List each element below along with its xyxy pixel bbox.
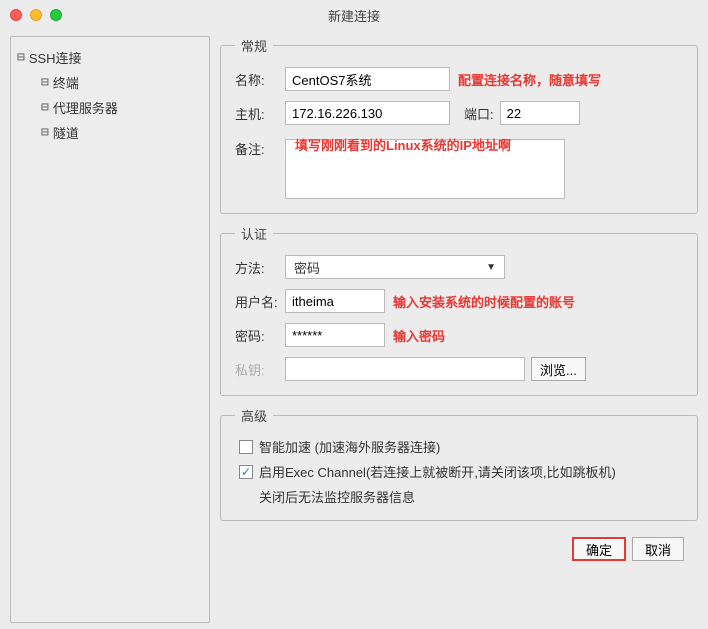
legend-auth: 认证	[235, 224, 273, 243]
annot-password: 输入密码	[393, 326, 445, 345]
annot-name: 配置连接名称，随意填写	[458, 70, 601, 89]
method-select[interactable]: 密码 ▼	[285, 255, 505, 279]
chevron-down-icon: ▼	[486, 262, 496, 273]
annot-username: 输入安装系统的时候配置的账号	[393, 292, 575, 311]
window-title: 新建连接	[0, 6, 708, 25]
tree-item-terminal[interactable]: ⊟终端	[17, 70, 203, 95]
label-name: 名称:	[235, 70, 285, 89]
cancel-button[interactable]: 取消	[632, 537, 684, 561]
tree-root-ssh[interactable]: ⊟SSH连接	[17, 45, 203, 70]
privatekey-input[interactable]	[285, 357, 525, 381]
tree-item-label: 终端	[53, 73, 79, 92]
group-auth: 认证 方法: 密码 ▼ 用户名: 输入安装系统的时候配置的账号 密码: 输	[220, 224, 698, 396]
group-general: 常规 名称: 配置连接名称，随意填写 主机: 端口: 备注: 填写刚刚看到的Li…	[220, 36, 698, 214]
label-port: 端口:	[464, 104, 494, 123]
content-area: ⊟SSH连接 ⊟终端 ⊟代理服务器 ⊟隧道 常规 名称: 配置连接名称，随意填写…	[0, 30, 708, 629]
label-exec: 启用Exec Channel(若连接上就被断开,请关闭该项,比如跳板机)	[259, 462, 616, 481]
tree-item-label: 隧道	[53, 123, 79, 142]
dialog-window: 新建连接 ⊟SSH连接 ⊟终端 ⊟代理服务器 ⊟隧道 常规 名称: 配置连接名称…	[0, 0, 708, 629]
group-advanced: 高级 智能加速 (加速海外服务器连接) 启用Exec Channel(若连接上就…	[220, 406, 698, 521]
label-exec-note: 关闭后无法监控服务器信息	[235, 487, 683, 506]
label-method: 方法:	[235, 258, 285, 277]
tree-item-tunnel[interactable]: ⊟隧道	[17, 120, 203, 145]
annot-memo: 填写刚刚看到的Linux系统的IP地址啊	[295, 135, 511, 154]
username-input[interactable]	[285, 289, 385, 313]
name-input[interactable]	[285, 67, 450, 91]
host-input[interactable]	[285, 101, 450, 125]
tree-item-label: 代理服务器	[53, 98, 118, 117]
ok-button[interactable]: 确定	[572, 537, 626, 561]
tree-root-label: SSH连接	[29, 48, 82, 67]
legend-advanced: 高级	[235, 406, 273, 425]
label-memo: 备注:	[235, 135, 285, 158]
legend-general: 常规	[235, 36, 273, 55]
tree-item-proxy[interactable]: ⊟代理服务器	[17, 95, 203, 120]
label-accel: 智能加速 (加速海外服务器连接)	[259, 437, 440, 456]
titlebar: 新建连接	[0, 0, 708, 30]
checkbox-accel[interactable]	[239, 440, 253, 454]
label-username: 用户名:	[235, 292, 285, 311]
footer-buttons: 确定 取消	[220, 531, 698, 571]
method-value: 密码	[294, 258, 320, 277]
port-input[interactable]	[500, 101, 580, 125]
password-input[interactable]	[285, 323, 385, 347]
main-panel: 常规 名称: 配置连接名称，随意填写 主机: 端口: 备注: 填写刚刚看到的Li…	[214, 30, 708, 629]
checkbox-exec[interactable]	[239, 465, 253, 479]
label-host: 主机:	[235, 104, 285, 123]
sidebar: ⊟SSH连接 ⊟终端 ⊟代理服务器 ⊟隧道	[10, 36, 210, 623]
label-password: 密码:	[235, 326, 285, 345]
label-privatekey: 私钥:	[235, 360, 285, 379]
browse-button[interactable]: 浏览...	[531, 357, 586, 381]
